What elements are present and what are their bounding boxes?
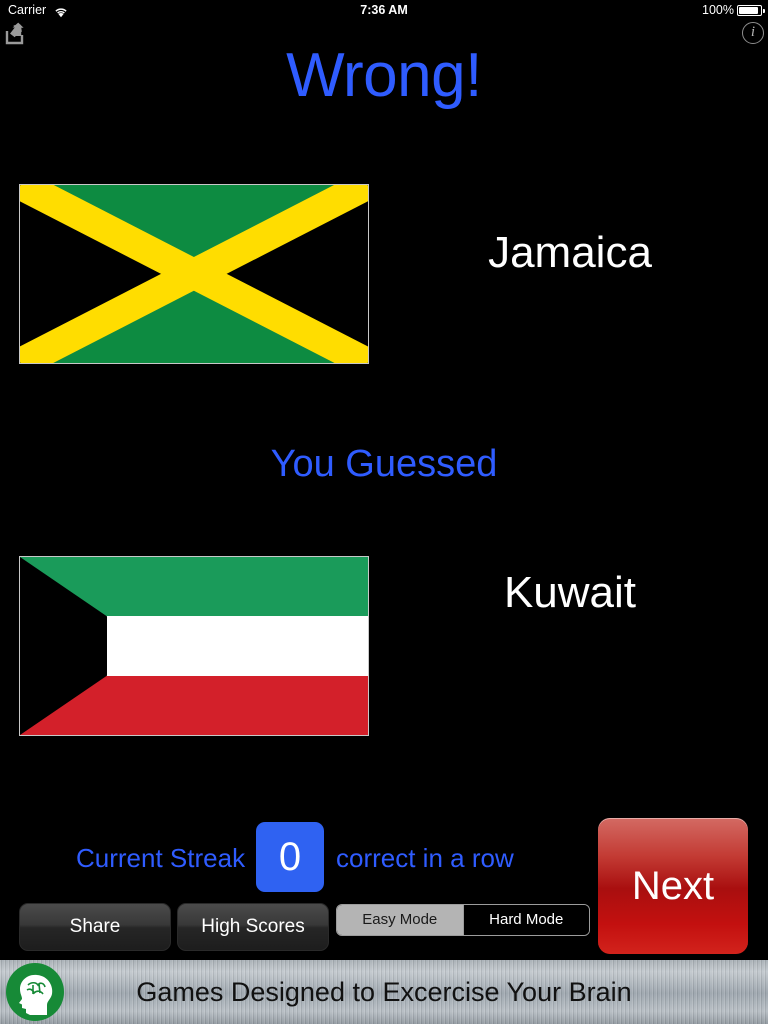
next-button[interactable]: Next <box>598 818 748 954</box>
ad-banner[interactable]: Games Designed to Excercise Your Brain <box>0 960 768 1024</box>
jamaica-flag <box>19 184 369 364</box>
status-bar: Carrier 7:36 AM 100% <box>0 0 768 20</box>
battery-icon <box>737 5 765 16</box>
segment-easy-mode[interactable]: Easy Mode <box>337 905 463 935</box>
high-scores-button[interactable]: High Scores <box>177 903 329 951</box>
battery-fill <box>739 7 758 14</box>
streak-label-left: Current Streak <box>76 843 246 873</box>
correct-answer-label: Jamaica <box>488 228 652 277</box>
battery-percent-label: 100% <box>702 3 734 17</box>
streak-value-badge: 0 <box>256 822 324 892</box>
guessed-answer-label: Kuwait <box>503 568 637 617</box>
you-guessed-caption: You Guessed <box>270 443 498 485</box>
page-title: Wrong! <box>286 41 482 110</box>
mode-segmented-control[interactable]: Easy Mode Hard Mode <box>336 904 590 936</box>
kuwait-flag <box>19 556 369 736</box>
segment-hard-mode[interactable]: Hard Mode <box>462 905 589 935</box>
status-time: 7:36 AM <box>360 3 408 17</box>
current-streak-row: Current Streak 0 correct in a row <box>0 822 590 892</box>
streak-label-right: correct in a row <box>336 843 514 873</box>
share-button[interactable]: Share <box>19 903 171 951</box>
ad-banner-text: Games Designed to Excercise Your Brain <box>136 977 632 1007</box>
